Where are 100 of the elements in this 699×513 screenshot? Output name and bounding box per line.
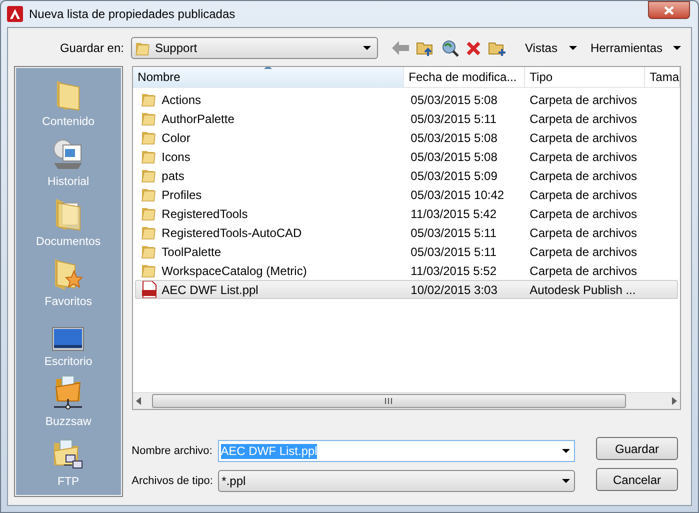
date-cell-text: 05/03/2015 5:11: [410, 224, 498, 242]
column-header[interactable]: Tipo: [524, 67, 645, 88]
type-cell-text: Carpeta de archivos: [528, 130, 638, 146]
column-header[interactable]: Tama: [644, 67, 680, 88]
tools-menu[interactable]: Herramientas: [590, 39, 680, 57]
scroll-right-icon[interactable]: [672, 397, 677, 405]
scrollbar-thumb[interactable]: [152, 394, 626, 408]
file-name-label: Nombre archivo:: [132, 444, 214, 459]
file-name: Color: [162, 130, 190, 146]
file-row[interactable]: Profiles 05/03/2015 10:42 Carpeta de archivos: [134, 185, 678, 204]
folder-icon: [55, 79, 82, 111]
close-button[interactable]: [648, 1, 690, 19]
type-cell-text: Carpeta de archivos: [528, 262, 638, 280]
dropdown-arrow-icon: [569, 46, 578, 50]
file-row[interactable]: AuthorPalette 05/03/2015 5:11 Carpeta de archivos: [134, 109, 678, 128]
file-name: Profiles: [162, 186, 202, 204]
delete-icon[interactable]: [466, 40, 481, 56]
folder-icon: [140, 187, 157, 202]
type-cell-text: Autodesk Publish ...: [528, 282, 637, 298]
folder-icon: [140, 263, 157, 278]
date-cell-text: 10/02/2015 3:03: [410, 282, 498, 298]
type-cell-text: Carpeta de archivos: [528, 92, 638, 108]
folder-icon: [140, 206, 157, 221]
place-label: Historial: [48, 175, 90, 190]
network-folder-icon: [52, 375, 84, 411]
date-cell-text: 05/03/2015 5:11: [410, 244, 498, 260]
dropdown-arrow-icon: [562, 479, 570, 483]
file-row[interactable]: ToolPalette 05/03/2015 5:11 Carpeta de archivos: [134, 242, 678, 261]
date-cell-text: 05/03/2015 10:42: [410, 186, 506, 204]
file-name: Icons: [162, 148, 190, 166]
file-name: AEC DWF List.ppl: [162, 282, 258, 298]
column-header[interactable]: Fecha de modifica...: [404, 67, 525, 88]
folder-name: Support: [155, 40, 198, 57]
dropdown-arrow-icon: [363, 46, 371, 50]
folder-icon: [140, 111, 157, 126]
search-web-icon[interactable]: [441, 39, 459, 57]
date-cell-text: 05/03/2015 5:09: [410, 168, 498, 184]
file-name: AuthorPalette: [162, 110, 234, 128]
save-in-label: Guardar en:: [58, 40, 125, 57]
views-menu[interactable]: Vistas: [525, 39, 578, 57]
folder-icon: [140, 130, 157, 145]
scroll-left-icon[interactable]: [136, 397, 141, 405]
folder-up-icon[interactable]: [416, 40, 434, 56]
folder-icon: [140, 168, 157, 183]
window-title: Nueva lista de propiedades publicadas: [29, 6, 236, 23]
type-cell-text: Carpeta de archivos: [528, 186, 638, 204]
type-cell-text: Carpeta de archivos: [528, 168, 638, 184]
dropdown-arrow-icon: [562, 449, 570, 453]
document-icon: [140, 281, 157, 298]
cancel-button[interactable]: Cancelar: [596, 468, 678, 491]
folder-icon: [135, 40, 151, 56]
column-header[interactable]: Nombre: [132, 67, 404, 88]
file-name: Actions: [162, 92, 202, 108]
folder-icon: [140, 244, 157, 259]
new-folder-icon[interactable]: [488, 40, 506, 56]
file-type-label: Archivos de tipo:: [132, 474, 214, 489]
file-row[interactable]: Actions 05/03/2015 5:08 Carpeta de archivos: [134, 90, 678, 109]
file-row[interactable]: Color 05/03/2015 5:08 Carpeta de archivos: [134, 128, 678, 147]
folder-dropdown[interactable]: Support: [131, 37, 378, 59]
save-button[interactable]: Guardar: [596, 437, 678, 460]
folder-icon: [140, 225, 157, 240]
place-label: Escritorio: [44, 355, 92, 370]
horizontal-scrollbar[interactable]: [132, 392, 680, 409]
file-name: pats: [162, 168, 184, 184]
ftp-folder-icon: [52, 439, 84, 471]
dropdown-arrow-icon: [672, 46, 680, 50]
close-icon: [664, 6, 674, 14]
type-cell-text: Carpeta de archivos: [528, 224, 638, 242]
place-label: Buzzsaw: [45, 415, 92, 430]
type-cell-text: Carpeta de archivos: [528, 244, 638, 260]
file-type-value: *.ppl: [222, 473, 246, 490]
date-cell-text: 05/03/2015 5:08: [410, 148, 498, 166]
star-folder-icon: [53, 257, 84, 291]
folder-icon: [140, 92, 157, 107]
type-cell-text: Carpeta de archivos: [528, 148, 638, 166]
type-cell-text: Carpeta de archivos: [528, 206, 638, 222]
date-cell-text: 05/03/2015 5:11: [410, 110, 498, 128]
folder-icon: [140, 149, 157, 164]
file-row[interactable]: pats 05/03/2015 5:09 Carpeta de archivos: [134, 166, 678, 185]
date-cell-text: 11/03/2015 5:42: [410, 206, 498, 222]
file-row[interactable]: RegisteredTools 11/03/2015 5:42 Carpeta de archivos: [134, 204, 678, 223]
date-cell-text: 11/03/2015 5:52: [410, 262, 498, 280]
place-label: FTP: [57, 475, 80, 490]
file-name: WorkspaceCatalog (Metric): [162, 262, 307, 280]
monitor-icon: [52, 327, 84, 351]
file-name: ToolPalette: [162, 244, 222, 260]
date-cell-text: 05/03/2015 5:08: [410, 92, 498, 108]
type-cell-text: Carpeta de archivos: [528, 110, 638, 128]
app-logo-icon: [7, 6, 23, 22]
file-row[interactable]: Icons 05/03/2015 5:08 Carpeta de archivos: [134, 147, 678, 166]
grip-icon: [385, 398, 392, 404]
date-cell-text: 05/03/2015 5:08: [410, 130, 498, 146]
file-type-dropdown[interactable]: *.ppl: [218, 470, 575, 492]
place-label: Contenido: [42, 115, 95, 130]
file-name: RegisteredTools: [162, 206, 248, 222]
file-row[interactable]: AEC DWF List.ppl 10/02/2015 3:03 Autodesk Publish ...: [134, 280, 678, 299]
file-name: RegisteredTools-AutoCAD: [162, 224, 302, 242]
selected-text: AEC DWF List.ppl: [220, 444, 318, 458]
file-row[interactable]: RegisteredTools-AutoCAD 05/03/2015 5:11 Carpeta de archivos: [134, 223, 678, 242]
file-row[interactable]: WorkspaceCatalog (Metric) 11/03/2015 5:52 Carpeta de archivos: [134, 261, 678, 280]
